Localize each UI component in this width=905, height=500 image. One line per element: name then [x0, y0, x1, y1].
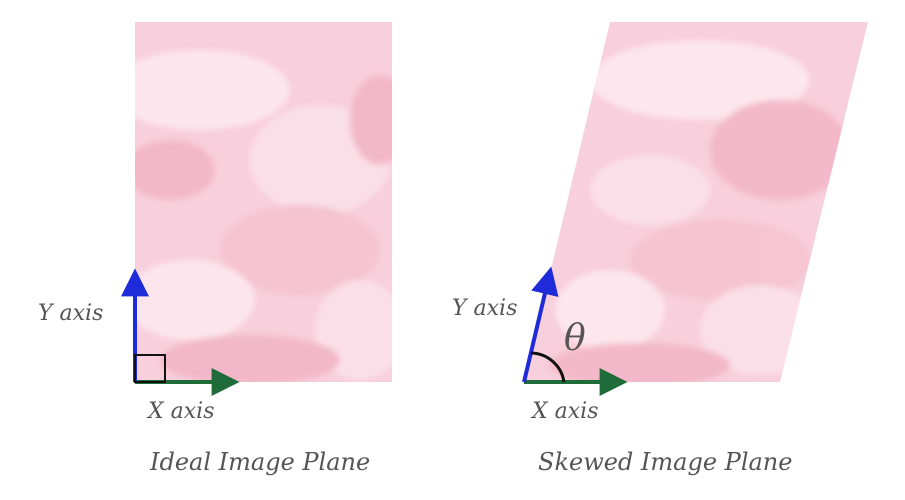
ideal-image-plane-panel: Y axis X axis Ideal Image Plane	[38, 22, 392, 476]
ideal-x-axis-label: X axis	[146, 399, 215, 424]
skewed-y-axis-label: Y axis	[452, 296, 517, 321]
skewed-x-axis-label: X axis	[530, 399, 599, 424]
skew-angle-label: θ	[564, 318, 586, 359]
skewed-panel-title: Skewed Image Plane	[538, 448, 792, 476]
skewed-image-plane-panel: Y axis θ X axis Skewed Image Plane	[452, 22, 868, 476]
ideal-image-plane	[135, 22, 392, 382]
ideal-y-axis-label: Y axis	[38, 301, 103, 326]
ideal-panel-title: Ideal Image Plane	[149, 448, 370, 476]
diagram-canvas: Y axis X axis Ideal Image Plane Y axis θ	[38, 22, 868, 476]
